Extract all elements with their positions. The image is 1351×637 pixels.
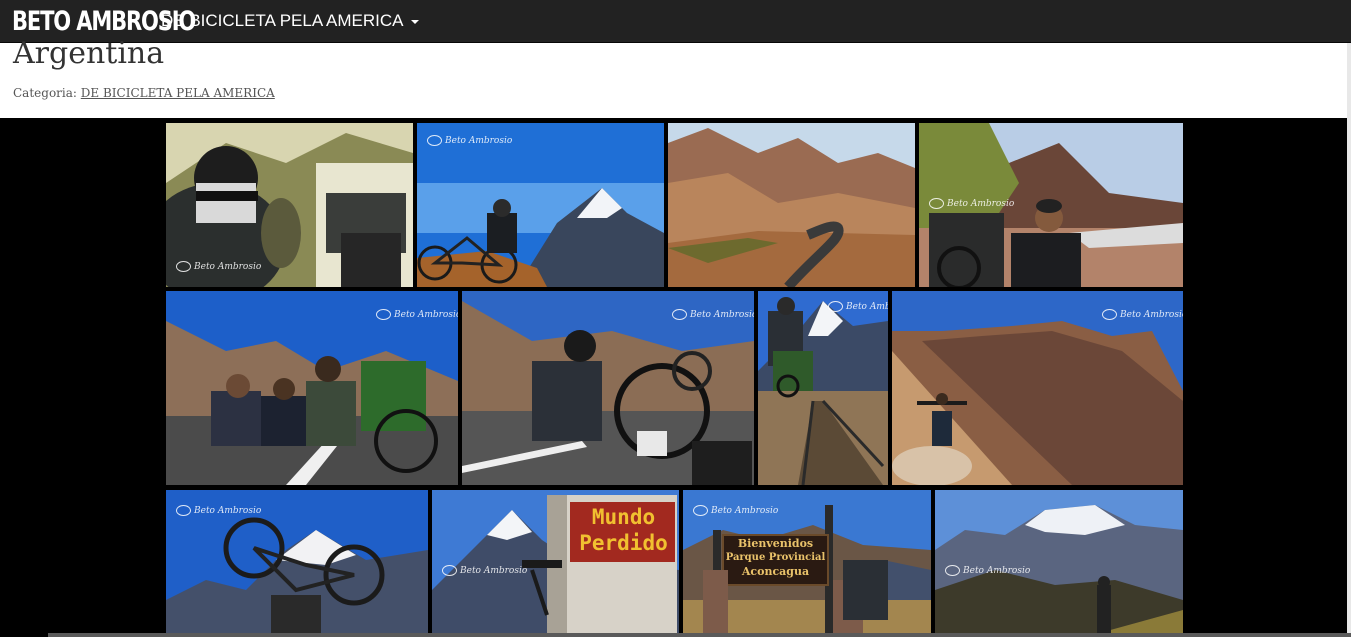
gallery-photo-bike-overhead[interactable]: Beto Ambrosio [166,490,428,637]
sign-line-1: Mundo [591,505,656,529]
horizontal-scrollbar[interactable] [48,633,1351,637]
gallery-photo-cyclist-rock[interactable]: Beto Ambrosio [892,291,1183,485]
watermark-text: Beto Ambrosio [1102,309,1183,320]
page-title: Argentina [13,36,165,71]
category-link[interactable]: DE BICICLETA PELA AMERICA [81,86,275,100]
nav-menu-dropdown[interactable]: DE BICICLETA PELA AMERICA [161,0,419,43]
sign-line-1: Bienvenidos [737,537,814,550]
post-category: Categoria: DE BICICLETA PELA AMERICA [13,86,275,100]
gallery-photo-cyclist-selfie[interactable]: Beto Ambrosio [166,123,413,287]
sign-line-2: Parque Provincial [725,552,826,563]
gallery-photo-cyclist-eating[interactable]: Beto Ambrosio [919,123,1183,287]
watermark-text: Beto Ambrosio [693,505,778,516]
sign-line-3: Aconcagua [741,565,810,578]
vertical-scrollbar[interactable] [1347,43,1351,633]
watermark-text: Beto Ambrosio [176,505,261,516]
watermark-text: Beto Ambrosio [442,565,527,576]
category-label: Categoria: [13,86,77,100]
sign-line-2: Perdido [579,531,668,555]
gallery-photo-aconcagua-view[interactable]: Beto Ambrosio [935,490,1183,637]
gallery-photo-mundo-perdido[interactable]: Mundo Perdido Beto Ambrosio [432,490,679,637]
watermark-text: Beto Ambrosio [176,261,261,272]
nav-menu-label: DE BICICLETA PELA AMERICA [161,11,404,30]
photo-gallery: Beto Ambrosio Beto Ambrosio Beto Ambrosi… [0,118,1351,637]
gallery-photo-cyclist-aconcagua[interactable]: Beto Ambrosio [417,123,664,287]
watermark-text: Beto Ambrosio [945,565,1030,576]
watermark-text: Beto Ambrosio [929,198,1014,209]
sign-parque-aconcagua: Bienvenidos Parque Provincial Aconcagua [725,537,826,579]
gallery-photo-railway-track[interactable]: Beto Ambrosio [758,291,888,485]
watermark-text: Beto Ambrosio [427,135,512,146]
gallery-photo-bike-repair[interactable]: Beto Ambrosio [462,291,754,485]
gallery-photo-mountain-road[interactable] [668,123,915,287]
watermark-text: Beto Ambrosio [376,309,458,320]
watermark-text: Beto Ambrosio [672,309,754,320]
top-navbar: BETO AMBROSIO DE BICICLETA PELA AMERICA [0,0,1351,43]
gallery-photo-parque-aconcagua[interactable]: Bienvenidos Parque Provincial Aconcagua … [683,490,931,637]
watermark-text: Beto Ambrosio [828,301,888,312]
caret-down-icon [410,19,419,24]
sign-mundo-perdido: Mundo Perdido [572,504,675,556]
gallery-photo-group-road[interactable]: Beto Ambrosio [166,291,458,485]
